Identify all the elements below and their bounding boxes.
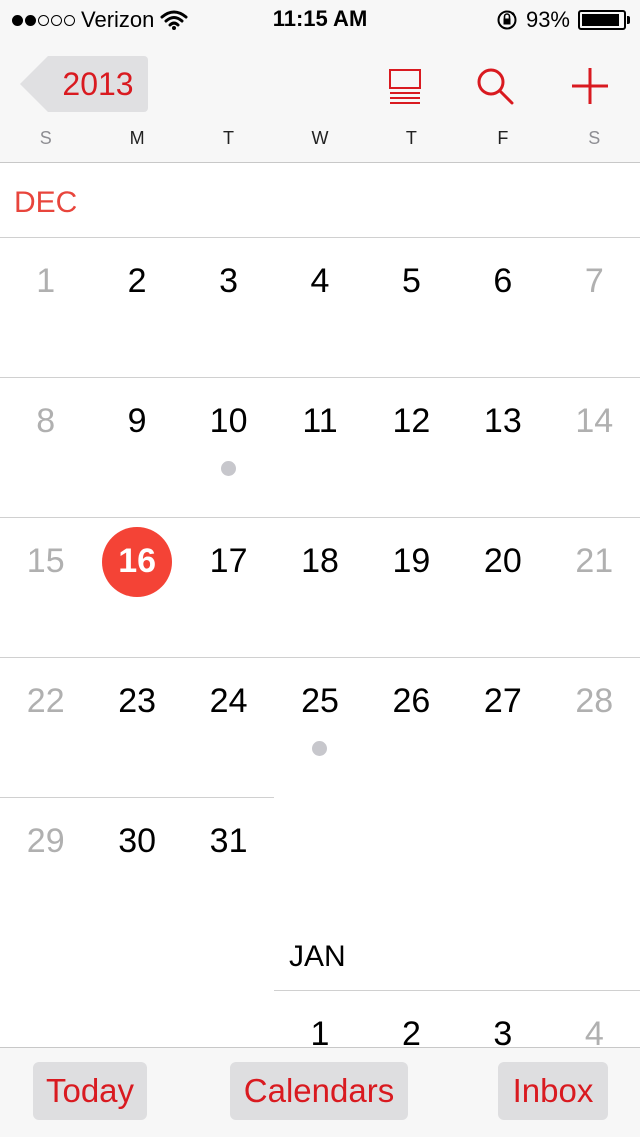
day-cell[interactable]: 8 — [0, 401, 91, 441]
weekday-label: M — [129, 128, 145, 148]
status-right: 93% — [496, 6, 630, 34]
day-cell[interactable]: 1 — [0, 261, 91, 301]
weekday-label: W — [311, 128, 329, 148]
day-cell[interactable]: 23 — [91, 681, 182, 721]
day-cell[interactable]: 25 — [274, 681, 365, 721]
today-day-cell[interactable]: 16 — [91, 541, 182, 581]
day-cell[interactable]: 22 — [0, 681, 91, 721]
day-cell[interactable]: 5 — [366, 261, 457, 301]
month-label-jan: JAN — [289, 940, 346, 973]
day-cell[interactable]: 6 — [457, 261, 548, 301]
divider — [0, 797, 274, 798]
day-cell[interactable]: 31 — [183, 821, 274, 861]
day-cell[interactable]: 4 — [274, 261, 365, 301]
day-cell[interactable]: 9 — [91, 401, 182, 441]
month-label-dec: DEC — [14, 186, 78, 219]
day-cell[interactable]: 20 — [457, 541, 548, 581]
day-cell[interactable]: 17 — [183, 541, 274, 581]
add-icon[interactable] — [565, 62, 615, 112]
day-cell[interactable]: 21 — [549, 541, 640, 581]
day-cell[interactable]: 26 — [366, 681, 457, 721]
day-cell[interactable]: 13 — [457, 401, 548, 441]
weekday-label: T — [405, 128, 417, 148]
battery-percent: 93% — [525, 7, 570, 32]
back-arrow-icon — [20, 56, 48, 112]
day-cell[interactable]: 14 — [549, 401, 640, 441]
divider — [0, 237, 640, 238]
weekday-header: S M T W T F S — [0, 128, 640, 156]
day-cell[interactable]: 30 — [91, 821, 182, 861]
weekday-label: F — [497, 128, 509, 148]
calendars-button[interactable]: Calendars — [230, 1062, 408, 1120]
rotation-lock-icon — [497, 10, 517, 30]
day-cell[interactable]: 11 — [274, 401, 365, 441]
bottom-toolbar: Today Calendars Inbox — [0, 1047, 640, 1137]
day-cell[interactable]: 27 — [457, 681, 548, 721]
event-indicator-dot — [312, 741, 327, 756]
divider — [0, 377, 640, 378]
back-to-year-button[interactable]: 2013 — [14, 56, 148, 112]
day-cell[interactable]: 7 — [549, 261, 640, 301]
list-view-icon[interactable] — [380, 62, 430, 112]
divider — [274, 990, 640, 991]
event-indicator-dot — [221, 461, 236, 476]
weekday-label: S — [39, 128, 52, 148]
day-cell[interactable]: 19 — [366, 541, 457, 581]
day-cell[interactable]: 15 — [0, 541, 91, 581]
back-button-label: 2013 — [48, 56, 148, 112]
day-cell[interactable]: 3 — [183, 261, 274, 301]
weekday-label: S — [588, 128, 601, 148]
battery-icon — [578, 10, 630, 30]
day-cell[interactable]: 29 — [0, 821, 91, 861]
inbox-button[interactable]: Inbox — [498, 1062, 608, 1120]
day-cell[interactable]: 24 — [183, 681, 274, 721]
divider — [0, 517, 640, 518]
day-cell[interactable]: 12 — [366, 401, 457, 441]
day-cell[interactable]: 2 — [91, 261, 182, 301]
weekday-label: T — [223, 128, 235, 148]
divider — [0, 657, 640, 658]
day-cell[interactable]: 18 — [274, 541, 365, 581]
nav-bar: 2013 S M T W T F S — [0, 40, 640, 163]
search-icon[interactable] — [470, 62, 520, 112]
today-button[interactable]: Today — [33, 1062, 147, 1120]
day-cell[interactable]: 10 — [183, 401, 274, 441]
status-bar: Verizon 11:15 AM 93% — [0, 0, 640, 40]
day-cell[interactable]: 28 — [549, 681, 640, 721]
